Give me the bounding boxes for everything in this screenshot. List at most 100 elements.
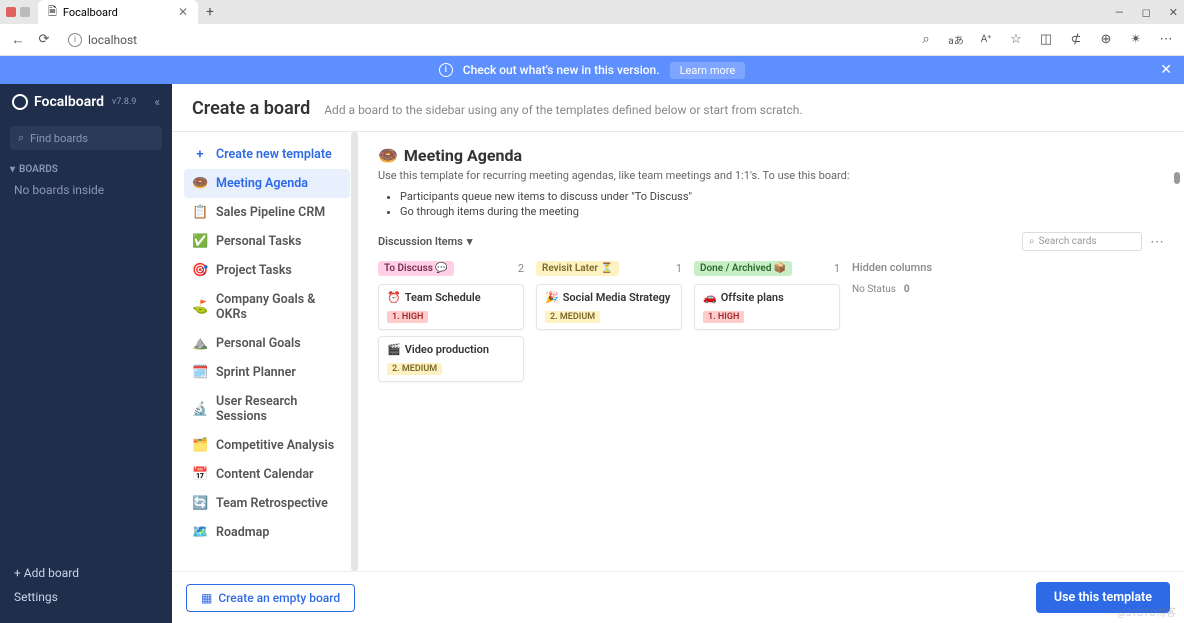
template-item[interactable]: 🗓️Sprint Planner [184,358,350,387]
text-size-icon[interactable]: A⁺ [978,32,994,48]
sidebar-header: Focalboard v7.8.9 « [0,84,172,120]
template-icon: ⛳ [192,300,208,315]
template-item[interactable]: 🍩Meeting Agenda [184,169,350,198]
template-item[interactable]: ⛰️ Personal Goals [184,329,350,358]
template-item[interactable]: 🗺️ Roadmap [184,518,350,547]
close-window-icon[interactable]: ✕ [1169,6,1178,19]
favorites-bar-icon[interactable]: ⊄ [1068,32,1084,48]
template-item[interactable]: 📅Content Calendar [184,460,350,489]
board-icon: ▦ [201,591,212,605]
banner-text: Check out what's new in this version. [463,63,660,77]
kanban-card[interactable]: 🎬Video production 2. MEDIUM [378,336,524,382]
bullet-item: Participants queue new items to discuss … [400,190,1164,203]
template-preview: 🍩 Meeting Agenda Use this template for r… [358,132,1184,571]
address-text: localhost [88,33,137,47]
card-title: Team Schedule [405,291,481,304]
template-icon: 🔄 [192,496,208,511]
preview-description: Use this template for recurring meeting … [378,169,1164,182]
template-item[interactable]: ⛳Company Goals & OKRs [184,285,350,329]
create-empty-board-button[interactable]: ▦ Create an empty board [186,584,355,612]
maximize-icon[interactable]: ◻ [1142,6,1151,19]
view-select[interactable]: Discussion Items ▾ [378,235,472,248]
template-icon: 🗓️ [192,365,208,380]
options-icon[interactable]: ⋯ [1150,234,1164,250]
kanban-card[interactable]: 🎉Social Media Strategy 2. MEDIUM [536,284,682,330]
column-label[interactable]: Done / Archived 📦 [694,261,792,276]
announcement-banner: i Check out what's new in this version. … [0,56,1184,84]
banner-close-icon[interactable]: ✕ [1160,62,1172,78]
browser-tab[interactable]: 🗎 Focalboard ✕ [38,0,198,24]
more-icon[interactable]: ⋯ [1158,32,1174,48]
create-template-button[interactable]: + Create new template [184,140,350,169]
hidden-columns: Hidden columns No Status0 [852,261,998,388]
template-icon: 🗂️ [192,438,208,453]
main: Create a board Add a board to the sideba… [172,84,1184,623]
template-item[interactable]: 🔬User Research Sessions [184,387,350,431]
search-icon: ⌕ [1029,236,1035,247]
template-label: Roadmap [216,525,269,540]
template-item[interactable]: 📋 Sales Pipeline CRM [184,198,350,227]
back-icon[interactable]: ← [10,32,26,48]
column-header: Revisit Later ⏳ 1 [536,261,682,276]
collections-icon[interactable]: ⊕ [1098,32,1114,48]
template-item[interactable]: 🎯Project Tasks [184,256,350,285]
translate-icon[interactable]: aあ [948,32,964,48]
profile-icons [6,7,30,17]
template-icon: 🔬 [192,402,208,417]
main-header: Create a board Add a board to the sideba… [172,84,1184,132]
settings-button[interactable]: Settings [14,585,158,609]
card-icon: 🚗 [703,291,717,304]
template-label: Personal Goals [216,336,301,351]
main-body: + Create new template 🍩Meeting Agenda 📋 Sa… [172,132,1184,571]
template-icon: ✅ [192,234,208,249]
column-count: 1 [834,262,840,275]
tab-title: Focalboard [63,6,118,19]
watermark: @51CTO博客 [1117,604,1176,619]
template-icon: ⛰️ [192,336,208,351]
card-icon: ⏰ [387,291,401,304]
browser-toolbar: ← ⟳ i localhost ⌕ aあ A⁺ ☆ ◫ ⊄ ⊕ ✴ ⋯ [0,24,1184,56]
extensions-icon[interactable]: ✴ [1128,32,1144,48]
logo-icon [12,94,28,110]
split-icon[interactable]: ◫ [1038,32,1054,48]
template-icon: 🗺️ [192,525,208,540]
refresh-icon[interactable]: ⟳ [36,32,52,48]
column-label[interactable]: Revisit Later ⏳ [536,261,619,276]
hidden-columns-label: Hidden columns [852,261,998,274]
view-row: Discussion Items ▾ ⌕ Search cards ⋯ [378,232,1164,251]
search-icon: ⌕ [18,131,24,145]
add-board-button[interactable]: + Add board [14,561,158,585]
template-item[interactable]: ✅Personal Tasks [184,227,350,256]
kanban-card[interactable]: 🚗Offsite plans 1. HIGH [694,284,840,330]
template-item[interactable]: 🔄 Team Retrospective [184,489,350,518]
card-title: Video production [405,343,489,356]
collapse-sidebar-icon[interactable]: « [154,95,160,109]
site-info-icon[interactable]: i [68,33,82,47]
search-cards-input[interactable]: ⌕ Search cards [1022,232,1142,251]
column-label[interactable]: To Discuss 💬 [378,261,454,276]
card-title: Offsite plans [721,291,784,304]
favorite-icon[interactable]: ☆ [1008,32,1024,48]
page-subtitle: Add a board to the sidebar using any of … [324,103,802,117]
bullet-item: Go through items during the meeting [400,205,1164,218]
template-item[interactable]: 🗂️Competitive Analysis [184,431,350,460]
template-label: Sales Pipeline CRM [216,205,325,220]
priority-tag: 1. HIGH [387,311,428,323]
learn-more-button[interactable]: Learn more [670,62,746,79]
boards-section-header[interactable]: ▾ BOARDS [0,156,172,179]
template-icon: 📋 [192,205,208,220]
template-icon: 🍩 [192,176,208,191]
address-bar[interactable]: i localhost [62,31,908,49]
chevron-down-icon: ▾ [10,164,15,175]
kanban-column: To Discuss 💬 2 ⏰Team Schedule 1. HIGH 🎬V… [378,261,524,388]
no-status-row[interactable]: No Status0 [852,284,998,295]
template-label: Content Calendar [216,467,314,482]
search-icon[interactable]: ⌕ [918,32,934,48]
version-text: v7.8.9 [112,97,136,107]
new-tab-button[interactable]: + [206,4,214,20]
find-boards-input[interactable]: ⌕ Find boards [10,126,162,150]
minimize-icon[interactable]: — [1115,6,1124,19]
template-label: Team Retrospective [216,496,328,511]
kanban-card[interactable]: ⏰ Team Schedule 1. HIGH [378,284,524,330]
close-tab-icon[interactable]: ✕ [178,5,188,19]
